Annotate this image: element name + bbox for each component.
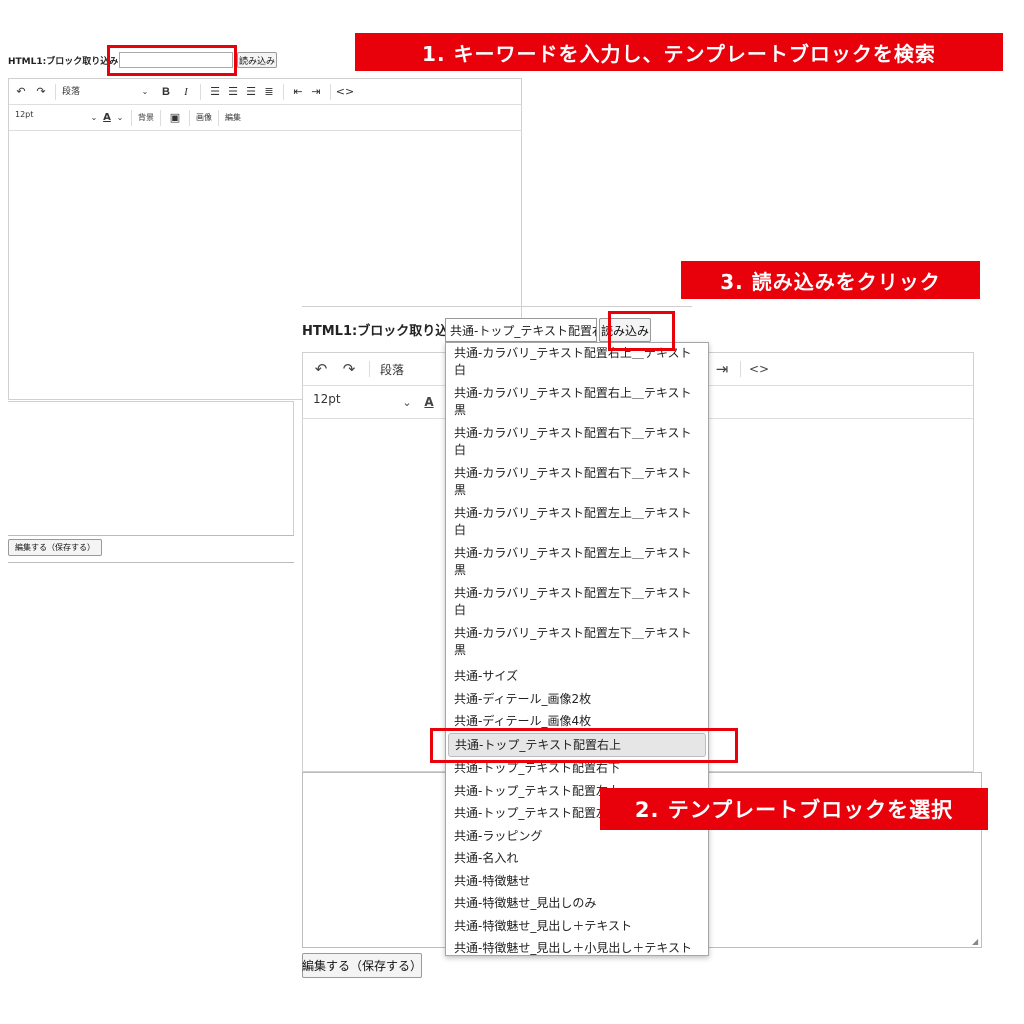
- block-format-select[interactable]: 段落 ⌄: [62, 84, 150, 100]
- load-button-large[interactable]: 読み込み: [599, 318, 651, 342]
- chevron-down-icon: ⌄: [402, 395, 412, 409]
- dropdown-option[interactable]: 共通-ディテール_画像4枚: [446, 710, 708, 733]
- template-block-dropdown[interactable]: 共通-カラバリ_テキスト配置右上＿テキスト白 共通-カラバリ_テキスト配置右上＿…: [445, 342, 709, 956]
- block-format-value: 段落: [62, 86, 81, 97]
- dropdown-option[interactable]: 共通-カラバリ_テキスト配置左上＿テキスト黒: [446, 545, 708, 585]
- edit-menu-button[interactable]: 編集: [225, 112, 241, 123]
- undo-icon[interactable]: ↶: [311, 359, 331, 379]
- dropdown-option[interactable]: 共通-カラバリ_テキスト配置左上＿テキスト白: [446, 505, 708, 545]
- dropdown-option-selected[interactable]: 共通-トップ_テキスト配置右上: [448, 732, 706, 757]
- chevron-down-icon: ⌄: [90, 113, 98, 122]
- callout-step2: 2. テンプレートブロックを選択: [600, 788, 988, 830]
- dropdown-option[interactable]: 共通-サイズ: [446, 665, 708, 688]
- indent-icon[interactable]: ⇥: [712, 359, 732, 379]
- block-search-input[interactable]: [119, 52, 233, 68]
- text-color-button[interactable]: A: [419, 392, 439, 412]
- dropdown-option[interactable]: 共通-特徴魅せ: [446, 870, 708, 893]
- editor-toolbar-primary: ↶ ↷ 段落 ⌄ B I ☰ ☰ ☰ ≣ ⇤ ⇥ <>: [9, 79, 521, 105]
- dropdown-option[interactable]: 共通-特徴魅せ_見出しのみ: [446, 892, 708, 915]
- align-right-icon[interactable]: ☰: [243, 84, 259, 100]
- dropdown-option[interactable]: 共通-ディテール_画像2枚: [446, 688, 708, 711]
- font-size-value: 12pt: [313, 392, 341, 406]
- image-button[interactable]: 画像: [196, 112, 212, 123]
- chevron-down-icon: ⌄: [141, 87, 149, 96]
- image-icon[interactable]: ▣: [167, 110, 183, 126]
- align-justify-icon[interactable]: ≣: [261, 84, 277, 100]
- edit-save-button-large[interactable]: 編集する（保存する）: [302, 953, 422, 978]
- editor-toolbar-secondary: 12pt ⌄ A ⌄ 背景 ▣ 画像 編集: [9, 105, 521, 131]
- dropdown-option[interactable]: 共通-名入れ: [446, 847, 708, 870]
- block-format-select[interactable]: 段落: [380, 361, 404, 378]
- divider: [8, 562, 294, 563]
- dropdown-option[interactable]: 共通-特徴魅せ_見出し＋テキスト: [446, 915, 708, 938]
- block-import-label: HTML1:ブロック取り込み: [302, 324, 462, 339]
- dropdown-option[interactable]: 共通-カラバリ_テキスト配置右下＿テキスト黒: [446, 465, 708, 505]
- dropdown-option[interactable]: 共通-トップ_テキスト配置右下: [446, 757, 708, 780]
- dropdown-option[interactable]: 共通-カラバリ_テキスト配置右上＿テキスト白: [446, 345, 708, 385]
- font-size-value: 12pt: [15, 109, 34, 119]
- italic-button[interactable]: I: [178, 84, 194, 100]
- divider: [302, 306, 692, 307]
- resize-handle-icon[interactable]: ◢: [972, 938, 980, 946]
- template-block-select[interactable]: 共通-トップ_テキスト配置右上: [445, 318, 597, 342]
- font-size-select[interactable]: 12pt ⌄: [303, 392, 413, 412]
- dropdown-option[interactable]: 共通-特徴魅せ_見出し＋小見出し＋テキスト: [446, 937, 708, 960]
- text-color-button[interactable]: A: [99, 110, 115, 126]
- undo-icon[interactable]: ↶: [13, 84, 29, 100]
- redo-icon[interactable]: ↷: [33, 84, 49, 100]
- align-left-icon[interactable]: ☰: [207, 84, 223, 100]
- callout-step1: 1. キーワードを入力し、テンプレートブロックを検索: [355, 33, 1003, 71]
- source-code-button[interactable]: <>: [749, 359, 769, 379]
- dropdown-option[interactable]: 共通-カラバリ_テキスト配置右下＿テキスト白: [446, 425, 708, 465]
- indent-icon[interactable]: ⇥: [308, 84, 324, 100]
- align-center-icon[interactable]: ☰: [225, 84, 241, 100]
- outdent-icon[interactable]: ⇤: [290, 84, 306, 100]
- source-code-button[interactable]: <>: [336, 84, 354, 100]
- background-button[interactable]: 背景: [138, 112, 154, 123]
- bold-button[interactable]: B: [158, 84, 174, 100]
- callout-step3: 3. 読み込みをクリック: [681, 261, 980, 299]
- font-size-select[interactable]: 12pt ⌄: [9, 110, 99, 126]
- divider: [8, 535, 294, 536]
- dropdown-option[interactable]: 共通-カラバリ_テキスト配置右上＿テキスト黒: [446, 385, 708, 425]
- html-source-textarea[interactable]: [8, 401, 294, 535]
- dropdown-option[interactable]: 共通-カラバリ_テキスト配置左下＿テキスト白: [446, 585, 708, 625]
- load-button[interactable]: 読み込み: [237, 52, 277, 68]
- block-import-label: HTML1:ブロック取り込み: [8, 57, 119, 67]
- edit-save-button[interactable]: 編集する（保存する）: [8, 539, 102, 556]
- chevron-down-icon[interactable]: ⌄: [115, 110, 125, 126]
- redo-icon[interactable]: ↷: [339, 359, 359, 379]
- dropdown-option[interactable]: 共通-カラバリ_テキスト配置左下＿テキスト黒: [446, 625, 708, 665]
